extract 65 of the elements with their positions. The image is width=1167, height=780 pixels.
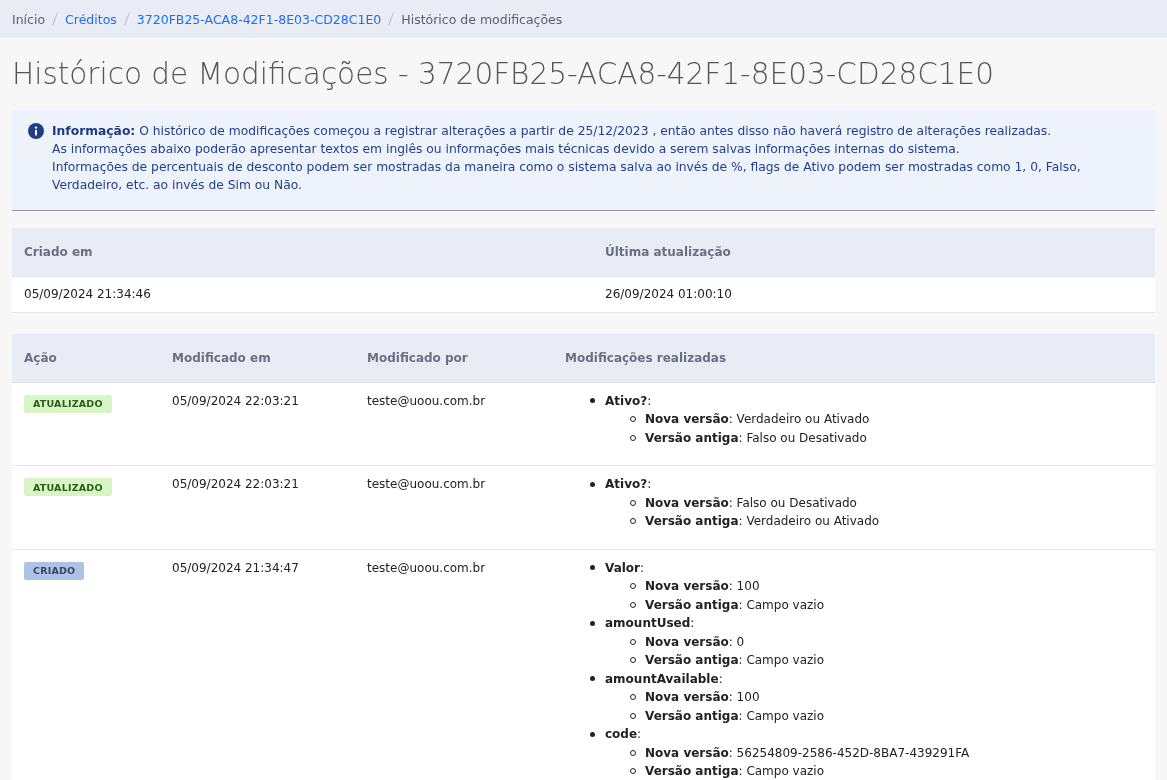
table-cell-text: teste@uoou.com.br <box>367 559 486 577</box>
change-detail: Nova versão: 56254809-2586-452D-8BA7-439291FA <box>645 745 970 760</box>
separator-icon <box>123 12 130 26</box>
status-badge: ATUALIZADO <box>24 478 112 496</box>
change-detail: Versão antiga: Campo vazio <box>645 708 824 723</box>
table-cell-text: 05/09/2024 21:34:46 <box>24 286 151 303</box>
separator-icon <box>52 12 59 26</box>
change-detail: Versão antiga: Verdadeiro ou Ativado <box>645 514 880 529</box>
bullet-icon <box>590 620 595 626</box>
change-detail: Versão antiga: Campo vazio <box>645 597 824 612</box>
ring-bullet-icon <box>630 601 636 608</box>
column-header: Modificado por <box>355 333 553 383</box>
table-cell-text: teste@uoou.com.br <box>367 392 486 410</box>
column-header: Criado em <box>12 228 593 277</box>
ring-bullet-icon <box>630 434 636 441</box>
ring-bullet-icon <box>630 694 636 701</box>
bullet-icon <box>590 481 595 487</box>
page-title: Histórico de Modificações - 3720FB25-ACA8-42F1-8E03-CD28C1E0 <box>12 56 995 92</box>
bullet-icon <box>590 731 595 737</box>
breadcrumb-item: Início <box>12 11 46 27</box>
change-detail: Nova versão: Verdadeiro ou Ativado <box>645 412 870 427</box>
ring-bullet-icon <box>630 638 636 645</box>
change-detail: Nova versão: 0 <box>645 634 745 649</box>
bullet-icon <box>590 398 595 404</box>
info-text: Informação: O histórico de modificações começou a registrar alterações a partir de 25/12/2023 , então antes disso não haverá registro de alterações realizadas. <box>52 123 1053 140</box>
ring-bullet-icon <box>630 518 636 525</box>
changed-field: Ativo?: <box>605 393 652 408</box>
table-cell-text: 05/09/2024 22:03:21 <box>172 476 299 493</box>
change-detail: Nova versão: 100 <box>645 579 760 594</box>
ring-bullet-icon <box>630 749 636 756</box>
info-text: Informações de percentuais de desconto podem ser mostradas da maneira como o sistema salva ao invés de %, flags de Ativo podem ser mostradas como 1, 0, Falso, Verdadeiro, etc. ao invés de Sim ou Não. <box>52 159 1082 194</box>
breadcrumb-link[interactable]: 3720FB25-ACA8-42F1-8E03-CD28C1E0 <box>136 11 382 27</box>
bullet-icon <box>590 676 595 682</box>
info-icon <box>28 123 44 139</box>
info-text: As informações abaixo poderão apresentar textos em inglês ou informações mais técnicas devido a serem salvas informações internas do sistema. <box>52 141 961 158</box>
status-badge: CRIADO <box>24 561 85 580</box>
change-detail: Nova versão: 100 <box>645 690 760 705</box>
change-detail: Versão antiga: Campo vazio <box>645 653 824 668</box>
ring-bullet-icon <box>630 416 636 423</box>
changed-field: amountAvailable: <box>605 671 723 686</box>
changed-field: Ativo?: <box>605 477 652 492</box>
change-detail: Nova versão: Falso ou Desativado <box>645 495 857 510</box>
table-cell-text: 26/09/2024 01:00:10 <box>605 286 732 303</box>
changed-field: code: <box>605 727 642 742</box>
column-header: Ação <box>12 333 160 383</box>
ring-bullet-icon <box>630 583 636 590</box>
changed-field: Valor: <box>605 560 645 575</box>
ring-bullet-icon <box>630 657 636 664</box>
change-detail: Versão antiga: Falso ou Desativado <box>645 430 867 445</box>
table-cell-text: 05/09/2024 22:03:21 <box>172 392 299 410</box>
status-badge: ATUALIZADO <box>24 394 112 413</box>
separator-icon <box>388 12 395 26</box>
breadcrumb-link[interactable]: Créditos <box>65 11 117 27</box>
breadcrumb-item: Histórico de modificações <box>401 11 563 27</box>
ring-bullet-icon <box>630 499 636 506</box>
table-cell-text: teste@uoou.com.br <box>367 476 486 493</box>
ring-bullet-icon <box>630 768 636 775</box>
column-header: Modificações realizadas <box>553 333 1155 383</box>
ring-bullet-icon <box>630 712 636 719</box>
table-cell-text: 05/09/2024 21:34:47 <box>172 559 299 577</box>
changed-field: amountUsed: <box>605 616 695 631</box>
column-header: Modificado em <box>160 333 355 383</box>
column-header: Última atualização <box>593 228 1155 277</box>
bullet-icon <box>590 565 595 571</box>
change-detail: Versão antiga: Campo vazio <box>645 764 824 779</box>
